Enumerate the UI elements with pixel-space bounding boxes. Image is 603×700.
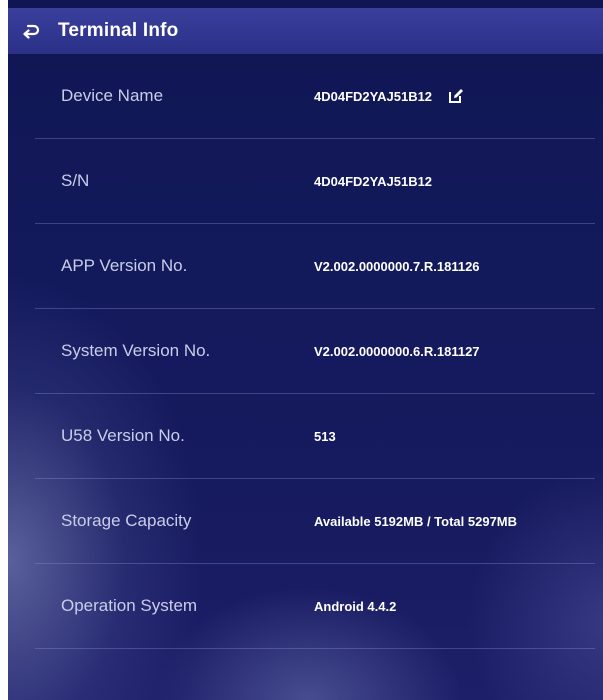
app-version-value: V2.002.0000000.7.R.181126 (314, 258, 480, 274)
system-version-label: System Version No. (61, 341, 211, 360)
system-version-value: V2.002.0000000.6.R.181127 (314, 343, 480, 359)
header-bar: Terminal Info (8, 8, 603, 54)
back-arrow-icon[interactable] (22, 22, 40, 40)
storage-capacity-value: Available 5192MB / Total 5297MB (314, 513, 518, 529)
info-list: Device Name 4D04FD2YAJ51B12 S/N 4D04FD2Y… (35, 54, 595, 649)
device-name-value-wrap: 4D04FD2YAJ51B12 (314, 88, 464, 104)
edit-icon[interactable] (448, 88, 464, 104)
row-serial-number: S/N 4D04FD2YAJ51B12 (35, 139, 595, 224)
storage-capacity-label: Storage Capacity (61, 511, 192, 530)
operation-system-value: Android 4.4.2 (314, 598, 397, 614)
row-system-version: System Version No. V2.002.0000000.6.R.18… (35, 309, 595, 394)
operation-system-label: Operation System (61, 596, 198, 615)
row-operation-system: Operation System Android 4.4.2 (35, 564, 595, 649)
device-name-label: Device Name (61, 86, 164, 105)
row-device-name[interactable]: Device Name 4D04FD2YAJ51B12 (35, 54, 595, 139)
serial-number-label: S/N (61, 171, 90, 190)
device-name-value: 4D04FD2YAJ51B12 (314, 88, 433, 104)
page-title: Terminal Info (58, 20, 179, 41)
u58-version-label: U58 Version No. (61, 426, 185, 445)
serial-number-value: 4D04FD2YAJ51B12 (314, 173, 433, 189)
app-version-label: APP Version No. (61, 256, 188, 275)
terminal-info-screen: Terminal Info Device Name 4D04FD2YAJ51B1… (8, 0, 603, 700)
row-storage-capacity: Storage Capacity Available 5192MB / Tota… (35, 479, 595, 564)
u58-version-value: 513 (314, 428, 336, 444)
row-app-version: APP Version No. V2.002.0000000.7.R.18112… (35, 224, 595, 309)
row-u58-version: U58 Version No. 513 (35, 394, 595, 479)
